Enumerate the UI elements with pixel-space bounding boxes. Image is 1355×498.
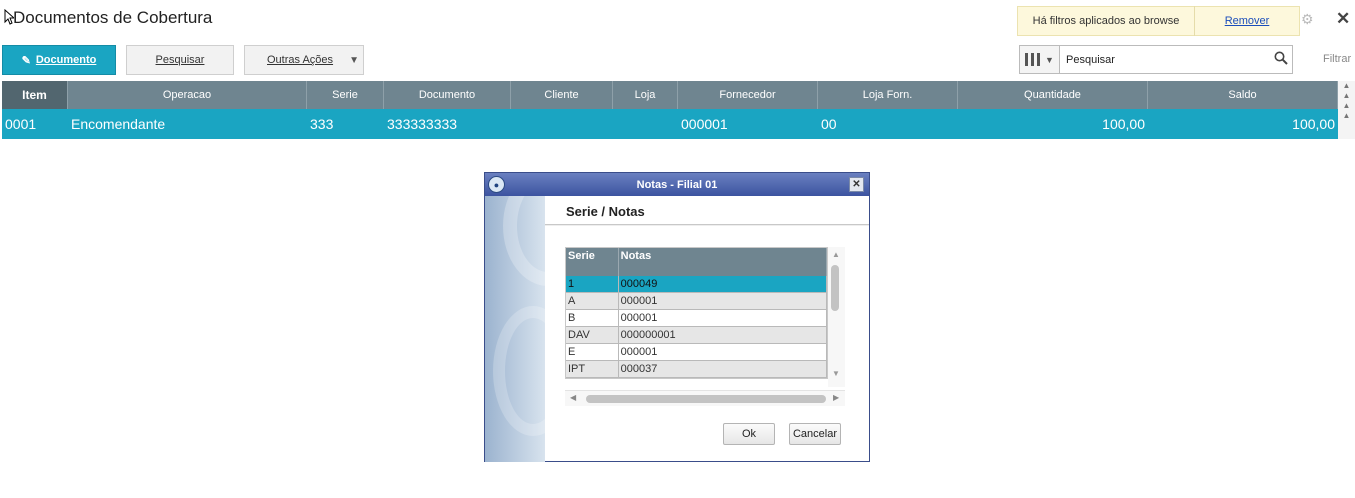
- grid-scrollbar[interactable]: ▲ ▲ ▲ ▲: [1338, 81, 1355, 139]
- pesquisar-button-label: Pesquisar: [155, 54, 205, 66]
- remove-filters-link[interactable]: Remover: [1195, 15, 1299, 27]
- scroll-up-icon[interactable]: ▲: [832, 250, 840, 259]
- table-row[interactable]: B 000001: [566, 310, 827, 327]
- search-input[interactable]: Pesquisar: [1059, 45, 1293, 74]
- column-header-item[interactable]: Item: [2, 81, 68, 109]
- close-icon[interactable]: ✕: [1336, 10, 1350, 27]
- table-row[interactable]: 0001 Encomendante 333 333333333 000001 0…: [2, 109, 1338, 139]
- dialog-heading: Serie / Notas: [566, 204, 645, 219]
- cell-serie: DAV: [566, 327, 619, 343]
- table-row[interactable]: A 000001: [566, 293, 827, 310]
- column-header-loja[interactable]: Loja: [613, 81, 678, 109]
- dialog-side-banner: [485, 196, 545, 462]
- column-header-loja-forn[interactable]: Loja Forn.: [818, 81, 958, 109]
- column-header-serie[interactable]: Serie: [566, 248, 619, 276]
- cancel-button[interactable]: Cancelar: [789, 423, 841, 445]
- column-header-quantidade[interactable]: Quantidade: [958, 81, 1148, 109]
- documento-button[interactable]: ✎ Documento: [2, 45, 116, 75]
- app-window: Documentos de Cobertura Há filtros aplic…: [0, 0, 1355, 498]
- scroll-page-up-icon[interactable]: ▲: [1338, 101, 1355, 111]
- dropdown-arrow-icon: ▼: [1045, 54, 1054, 65]
- cell-loja-forn: 00: [821, 116, 837, 132]
- divider: [545, 224, 869, 226]
- ok-button[interactable]: Ok: [723, 423, 775, 445]
- dialog-titlebar[interactable]: ● Notas - Filial 01 ✕: [485, 173, 869, 196]
- search-icon[interactable]: [1270, 51, 1292, 68]
- cell-notas: 000049: [619, 276, 827, 292]
- cell-serie: A: [566, 293, 619, 309]
- notas-dialog: ● Notas - Filial 01 ✕ Serie / Notas Seri…: [484, 172, 870, 462]
- app-logo-icon: ●: [488, 176, 505, 193]
- column-header-fornecedor[interactable]: Fornecedor: [678, 81, 818, 109]
- documento-button-label: Documento: [35, 54, 97, 66]
- cell-serie: 1: [566, 276, 619, 292]
- notas-vertical-scrollbar[interactable]: ▲ ▼: [828, 247, 845, 387]
- cell-operacao: Encomendante: [71, 116, 166, 132]
- scroll-step-up-icon[interactable]: ▲: [1338, 111, 1355, 121]
- pencil-icon: ✎: [21, 54, 31, 67]
- filtrar-link[interactable]: Filtrar: [1323, 53, 1351, 65]
- scrollbar-thumb[interactable]: [586, 395, 826, 403]
- cell-notas: 000001: [619, 344, 827, 360]
- cell-fornecedor: 000001: [681, 116, 728, 132]
- notas-table-header: Serie Notas: [566, 248, 827, 276]
- dialog-title: Notas - Filial 01: [636, 178, 718, 191]
- notas-table: Serie Notas 1 000049 A 000001 B 000001 D…: [565, 247, 828, 379]
- column-header-notas[interactable]: Notas: [619, 248, 827, 276]
- column-header-documento[interactable]: Documento: [384, 81, 511, 109]
- cell-notas: 000000001: [619, 327, 827, 343]
- cell-serie: B: [566, 310, 619, 326]
- notas-horizontal-scrollbar[interactable]: ◀ ▶: [565, 390, 845, 406]
- scroll-top-icon[interactable]: ▲: [1338, 81, 1355, 91]
- outras-acoes-button-label: Outras Ações: [267, 54, 334, 66]
- cell-notas: 000001: [619, 293, 827, 309]
- cell-notas: 000037: [619, 361, 827, 377]
- scroll-left-icon[interactable]: ◀: [570, 393, 576, 402]
- cell-cliente: [511, 109, 613, 139]
- cell-serie: IPT: [566, 361, 619, 377]
- table-row[interactable]: E 000001: [566, 344, 827, 361]
- column-header-serie[interactable]: Serie: [307, 81, 384, 109]
- outras-acoes-button[interactable]: Outras Ações ▼: [244, 45, 364, 75]
- cell-item: 0001: [5, 116, 37, 132]
- dialog-close-button[interactable]: ✕: [849, 177, 864, 192]
- column-header-cliente[interactable]: Cliente: [511, 81, 613, 109]
- cell-serie: E: [566, 344, 619, 360]
- scroll-down-icon[interactable]: ▼: [832, 369, 840, 378]
- column-header-operacao[interactable]: Operacao: [68, 81, 307, 109]
- cell-loja: [613, 109, 678, 139]
- cell-quantidade: 100,00: [1102, 116, 1145, 132]
- pesquisar-button[interactable]: Pesquisar: [126, 45, 234, 75]
- scrollbar-thumb[interactable]: [831, 265, 839, 311]
- table-row[interactable]: DAV 000000001: [566, 327, 827, 344]
- scroll-up-icon[interactable]: ▲: [1338, 91, 1355, 101]
- cell-serie: 333: [310, 116, 334, 132]
- cell-notas: 000001: [619, 310, 827, 326]
- columns-icon: [1025, 53, 1040, 66]
- page-title: Documentos de Cobertura: [13, 8, 213, 27]
- filter-notice-message: Há filtros aplicados ao browse: [1032, 15, 1180, 27]
- table-row[interactable]: IPT 000037: [566, 361, 827, 378]
- cell-documento: 333333333: [387, 116, 458, 132]
- search-input-value: Pesquisar: [1066, 53, 1115, 66]
- cell-saldo: 100,00: [1292, 116, 1335, 132]
- column-header-saldo[interactable]: Saldo: [1148, 81, 1338, 109]
- dropdown-arrow-icon: ▼: [349, 55, 359, 66]
- scroll-right-icon[interactable]: ▶: [833, 393, 839, 402]
- gear-icon[interactable]: ⚙: [1301, 12, 1315, 26]
- filter-notice: Há filtros aplicados ao browse Remover: [1017, 6, 1300, 36]
- table-row[interactable]: 1 000049: [566, 276, 827, 293]
- grid-header: Item Operacao Serie Documento Cliente Lo…: [2, 81, 1338, 109]
- columns-picker[interactable]: ▼: [1019, 45, 1060, 74]
